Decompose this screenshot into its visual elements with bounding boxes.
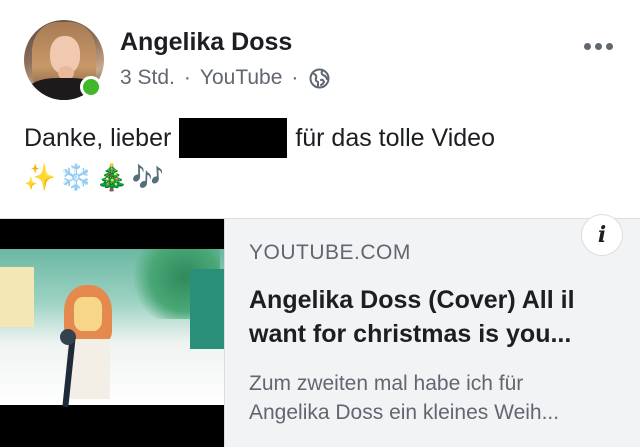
- link-title[interactable]: Angelika Doss (Cover) All il want for ch…: [249, 283, 625, 351]
- emoji-row: ✨ ❄️ 🎄 🎶: [24, 160, 164, 194]
- sparkles-emoji: ✨: [23, 162, 57, 192]
- post-header: Angelika Doss 3 Std. · YouTube ·: [24, 20, 640, 100]
- link-desc-line1: Zum zweiten mal habe ich für: [249, 372, 524, 395]
- meta-separator-2: ·: [291, 66, 299, 89]
- link-desc-line2: Angelika Doss ein kleines Weih...: [249, 401, 560, 424]
- redaction-block: [179, 118, 288, 158]
- link-preview-card[interactable]: i YOUTUBE.COM Angelika Doss (Cover) All …: [0, 215, 640, 447]
- author-name[interactable]: Angelika Doss: [120, 28, 292, 57]
- post-source[interactable]: YouTube: [200, 66, 283, 90]
- post-meta: 3 Std. · YouTube ·: [120, 66, 330, 90]
- online-status-dot: [80, 76, 102, 98]
- snowflake-emoji: ❄️: [59, 162, 93, 192]
- more-options-button[interactable]: [578, 26, 618, 66]
- link-description: Zum zweiten mal habe ich für Angelika Do…: [249, 369, 625, 427]
- link-title-line1: Angelika Doss (Cover) All il: [249, 286, 575, 314]
- globe-icon[interactable]: [309, 68, 330, 89]
- link-title-line2: want for christmas is you...: [249, 320, 572, 348]
- meta-separator: ·: [183, 66, 191, 89]
- more-dots-icon: [583, 42, 591, 50]
- christmas-tree-emoji: 🎄: [95, 162, 129, 192]
- post-text-after: für das tolle Video: [295, 124, 495, 152]
- post-text-before: Danke, lieber: [24, 124, 172, 152]
- post-text: Danke, lieber für das tolle Video: [24, 118, 495, 158]
- post-time[interactable]: 3 Std.: [120, 66, 175, 90]
- video-thumbnail[interactable]: [0, 219, 224, 447]
- author-avatar[interactable]: [24, 20, 104, 100]
- music-notes-emoji: 🎶: [131, 162, 165, 192]
- info-icon[interactable]: i: [582, 215, 622, 255]
- link-domain: YOUTUBE.COM: [249, 241, 411, 264]
- link-info[interactable]: i YOUTUBE.COM Angelika Doss (Cover) All …: [224, 215, 640, 447]
